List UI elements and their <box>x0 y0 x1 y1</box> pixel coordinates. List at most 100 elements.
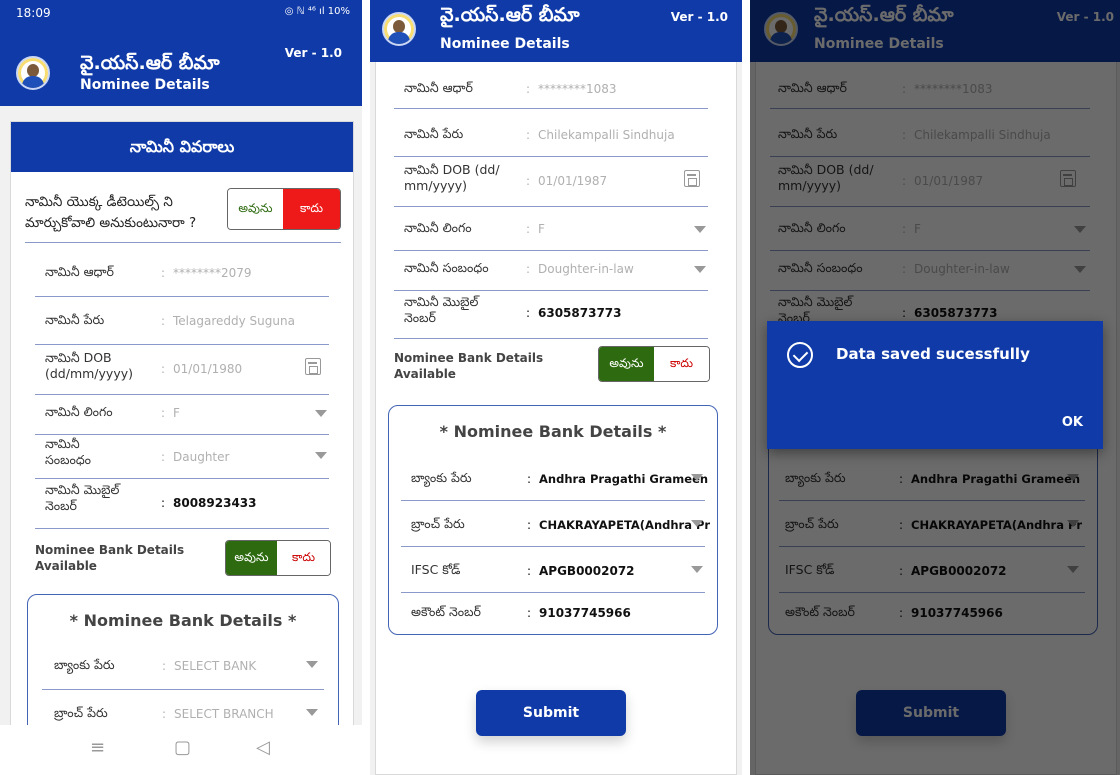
field-label: నామినీ మొబైల్ నెంబర్ <box>45 482 120 513</box>
screens-container: 18:09 ◎ ℕ ⁴⁶ ıl 10% వై.యస్.ఆర్ బీమా Nomi… <box>0 0 1120 775</box>
submit-button[interactable]: Submit <box>476 690 626 736</box>
field-row-dob[interactable]: నామినీ DOB (dd/ mm/yyyy) : 01/01/1987 <box>376 162 736 214</box>
field-row-aadhaar[interactable]: నామినీ ఆధార్ : ********2079 <box>11 258 353 298</box>
divider <box>25 242 341 243</box>
back-icon[interactable]: ◁ <box>256 737 270 758</box>
bank-row-ifsc[interactable]: IFSC కోడ్ : APGB0002072 <box>389 556 717 596</box>
field-label: నామినీ DOB (dd/mm/yyyy) <box>45 350 133 381</box>
field-row-mobile[interactable]: నామినీ మొబైల్ నెంబర్ : 8008923433 <box>11 480 353 530</box>
field-row-dob[interactable]: నామినీ DOB (dd/mm/yyyy) : 01/01/1980 <box>11 348 353 398</box>
nominee-card: నామినీ ఆధార్ : ********1083 నామినీ పేరు … <box>375 62 737 775</box>
field-underline <box>394 338 708 339</box>
field-value: F <box>173 406 180 420</box>
field-row-aadhaar[interactable]: నామినీ ఆధార్ : ********1083 <box>376 78 736 114</box>
app-header: వై.యస్.ఆర్ బీమా Nominee Details Ver - 1.… <box>0 26 362 106</box>
field-underline <box>394 108 708 109</box>
bank-no-button[interactable]: కాదు <box>277 541 330 575</box>
bank-available-toggle: అవును కాదు <box>225 540 331 576</box>
field-underline <box>394 156 708 157</box>
bank-details-title: * Nominee Bank Details * <box>69 611 297 630</box>
field-underline <box>35 296 329 297</box>
app-logo <box>16 56 50 90</box>
field-value: 91037745966 <box>539 606 631 620</box>
field-underline <box>35 478 329 479</box>
status-icons: ◎ ℕ ⁴⁶ ıl 10% <box>284 6 350 17</box>
nominee-card: నామినీ వివరాలు నామినీ యొక్క డీటెయిల్స్ న… <box>10 121 354 754</box>
bank-no-button[interactable]: కాదు <box>654 347 709 381</box>
field-row-relation[interactable]: నామినీ సంబంధం : Doughter-in-law <box>376 254 736 294</box>
chevron-down-icon[interactable] <box>694 226 706 233</box>
status-bar: 18:09 ◎ ℕ ⁴⁶ ıl 10% <box>0 0 362 26</box>
field-row-mobile[interactable]: నామినీ మొబైల్ నెంబర్ : 6305873773 <box>376 294 736 344</box>
field-label: నామినీ సంబంధం <box>45 436 91 467</box>
field-value: 01/01/1980 <box>173 362 243 376</box>
app-header: వై.యస్.ఆర్ బీమా Nominee Details Ver - 1.… <box>370 0 742 62</box>
bank-available-label: Nominee Bank Details Available <box>35 543 185 573</box>
bank-row-account[interactable]: అకౌంట్ నెంబర్ : 91037745966 <box>389 600 717 630</box>
bank-details-title: * Nominee Bank Details * <box>439 422 667 441</box>
field-label: నామినీ పేరు <box>404 126 464 141</box>
field-label: నామినీ లింగం <box>404 220 472 235</box>
bank-available-label: Nominee Bank Details Available <box>394 351 544 381</box>
calendar-icon[interactable] <box>684 170 700 187</box>
app-version: Ver - 1.0 <box>670 10 728 24</box>
bank-row-name[interactable]: బ్యాంకు పేరు : SELECT BANK <box>28 651 338 691</box>
field-row-gender[interactable]: నామినీ లింగం : F <box>376 214 736 254</box>
field-value: Telagareddy Suguna <box>173 314 295 328</box>
field-value: Andhra Pragathi Grameen <box>539 472 709 486</box>
field-label: నామినీ మొబైల్ నెంబర్ <box>404 294 479 325</box>
field-label: బ్రాంచ్ పేరు <box>54 705 108 720</box>
field-label: నామినీ DOB (dd/ mm/yyyy) <box>404 162 500 193</box>
change-yes-button[interactable]: అవును <box>228 189 284 229</box>
chevron-down-icon[interactable] <box>306 709 318 716</box>
field-label: నామినీ ఆధార్ <box>45 264 114 279</box>
home-icon[interactable]: ▢ <box>174 737 191 758</box>
field-label: నామినీ పేరు <box>45 312 105 327</box>
field-underline <box>401 592 705 593</box>
card-title: నామినీ వివరాలు <box>11 122 353 172</box>
page-subtitle: Nominee Details <box>80 77 210 93</box>
bank-row-branch[interactable]: బ్రాంచ్ పేరు : CHAKRAYAPETA(Andhra Pr <box>389 510 717 550</box>
field-value: SELECT BRANCH <box>174 707 274 721</box>
field-label: నామినీ లింగం <box>45 404 113 419</box>
change-question: నామినీ యొక్క డీటెయిల్స్ ని మార్చుకోవాలి … <box>25 194 197 231</box>
field-value: Daughter <box>173 450 230 464</box>
field-value: Doughter-in-law <box>538 262 634 276</box>
chevron-down-icon[interactable] <box>306 661 318 668</box>
field-value: ********1083 <box>538 82 617 96</box>
app-name: వై.యస్.ఆర్ బీమా <box>440 4 580 26</box>
field-underline <box>35 394 329 395</box>
chevron-down-icon[interactable] <box>315 452 327 459</box>
page-subtitle: Nominee Details <box>440 36 570 52</box>
chevron-down-icon[interactable] <box>691 520 703 527</box>
screen-nominee-bank: నామినీ ఆధార్ : ********1083 నామినీ పేరు … <box>370 0 742 775</box>
calendar-icon[interactable] <box>305 358 321 375</box>
dialog-message: Data saved sucessfully <box>836 345 1030 363</box>
change-details-row: నామినీ యొక్క డీటెయిల్స్ ని మార్చుకోవాలి … <box>11 184 353 244</box>
success-dialog: Data saved sucessfully OK <box>767 321 1103 449</box>
screen-nominee-edit: 18:09 ◎ ℕ ⁴⁶ ıl 10% వై.యస్.ఆర్ బీమా Nomi… <box>0 0 362 775</box>
change-no-button[interactable]: కాదు <box>283 189 340 229</box>
field-value: ********2079 <box>173 266 252 280</box>
field-label: IFSC కోడ్ <box>411 562 461 577</box>
bank-details-box: * Nominee Bank Details * బ్యాంకు పేరు : … <box>388 405 718 635</box>
bank-available-toggle: అవును కాదు <box>598 346 710 382</box>
field-value: SELECT BANK <box>174 659 257 673</box>
field-label: అకౌంట్ నెంబర్ <box>411 604 481 619</box>
chevron-down-icon[interactable] <box>315 410 327 417</box>
bank-yes-button[interactable]: అవును <box>226 541 278 575</box>
ok-button[interactable]: OK <box>1062 415 1083 430</box>
app-version: Ver - 1.0 <box>284 46 342 60</box>
chevron-down-icon[interactable] <box>691 474 703 481</box>
field-row-name[interactable]: నామినీ పేరు : Telagareddy Suguna <box>11 304 353 345</box>
field-value: Chilekampalli Sindhuja <box>538 128 675 142</box>
menu-icon[interactable]: ≡ <box>90 737 105 758</box>
field-row-relation[interactable]: నామినీ సంబంధం : Daughter <box>11 434 353 480</box>
chevron-down-icon[interactable] <box>694 266 706 273</box>
bank-yes-button[interactable]: అవును <box>599 347 654 381</box>
field-label: బ్రాంచ్ పేరు <box>411 516 465 531</box>
chevron-down-icon[interactable] <box>691 566 703 573</box>
bank-row-name[interactable]: బ్యాంకు పేరు : Andhra Pragathi Grameen <box>389 464 717 504</box>
field-row-gender[interactable]: నామినీ లింగం : F <box>11 398 353 438</box>
field-row-name[interactable]: నామినీ పేరు : Chilekampalli Sindhuja <box>376 122 736 162</box>
